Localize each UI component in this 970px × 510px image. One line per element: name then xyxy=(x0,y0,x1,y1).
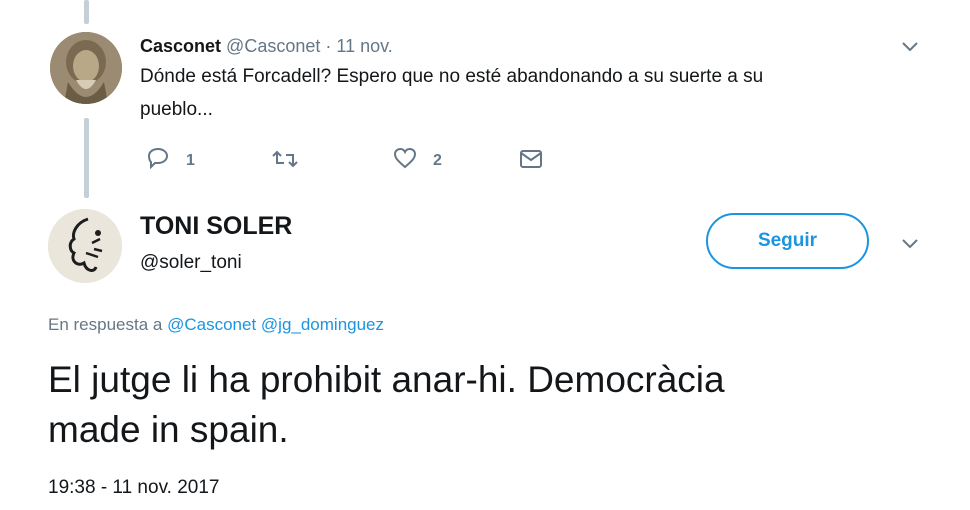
direct-message-button[interactable] xyxy=(519,149,543,174)
author-name[interactable]: Casconet xyxy=(140,36,221,56)
tweet-timestamp[interactable]: 19:38 - 11 nov. 2017 xyxy=(48,477,219,499)
author-handle[interactable]: @Casconet xyxy=(226,36,320,56)
tweet-text-line-2: made in spain. xyxy=(48,409,289,450)
separator-dot: · xyxy=(325,36,332,56)
thread-line-top xyxy=(84,0,89,24)
reply-icon xyxy=(146,147,170,174)
author-handle[interactable]: @soler_toni xyxy=(140,252,242,274)
like-count: 2 xyxy=(433,151,442,169)
author-name[interactable]: TONI SOLER xyxy=(140,212,292,241)
reply-prefix: En respuesta a xyxy=(48,315,163,334)
portrait-avatar-image xyxy=(50,32,122,104)
heart-icon xyxy=(393,147,417,174)
reply-button[interactable]: 1 xyxy=(146,147,195,174)
tweet-text-line-1: El jutge li ha prohibit anar-hi. Democrà… xyxy=(48,359,725,400)
thread-line-bottom xyxy=(84,118,89,198)
reply-to-link[interactable]: @jg_dominguez xyxy=(261,315,384,334)
like-button[interactable]: 2 xyxy=(393,147,442,174)
reply-context: En respuesta a @Casconet @jg_dominguez xyxy=(48,315,384,335)
follow-button[interactable]: Seguir xyxy=(706,213,869,269)
tweet-text-line-2: pueblo... xyxy=(140,99,213,120)
reply-count: 1 xyxy=(186,151,195,169)
envelope-icon xyxy=(519,150,543,173)
sketch-avatar-image xyxy=(48,209,122,283)
chevron-down-icon[interactable] xyxy=(900,237,920,251)
chevron-down-icon[interactable] xyxy=(900,40,920,54)
tweet-text-line-1: Dónde está Forcadell? Espero que no esté… xyxy=(140,66,764,87)
retweet-icon xyxy=(272,150,298,174)
parent-header: Casconet @Casconet · 11 nov. xyxy=(140,36,393,57)
avatar[interactable] xyxy=(48,209,122,283)
retweet-button[interactable] xyxy=(272,148,298,175)
tweet-date[interactable]: 11 nov. xyxy=(336,36,392,56)
avatar[interactable] xyxy=(50,32,122,104)
reply-to-link[interactable]: @Casconet xyxy=(167,315,256,334)
